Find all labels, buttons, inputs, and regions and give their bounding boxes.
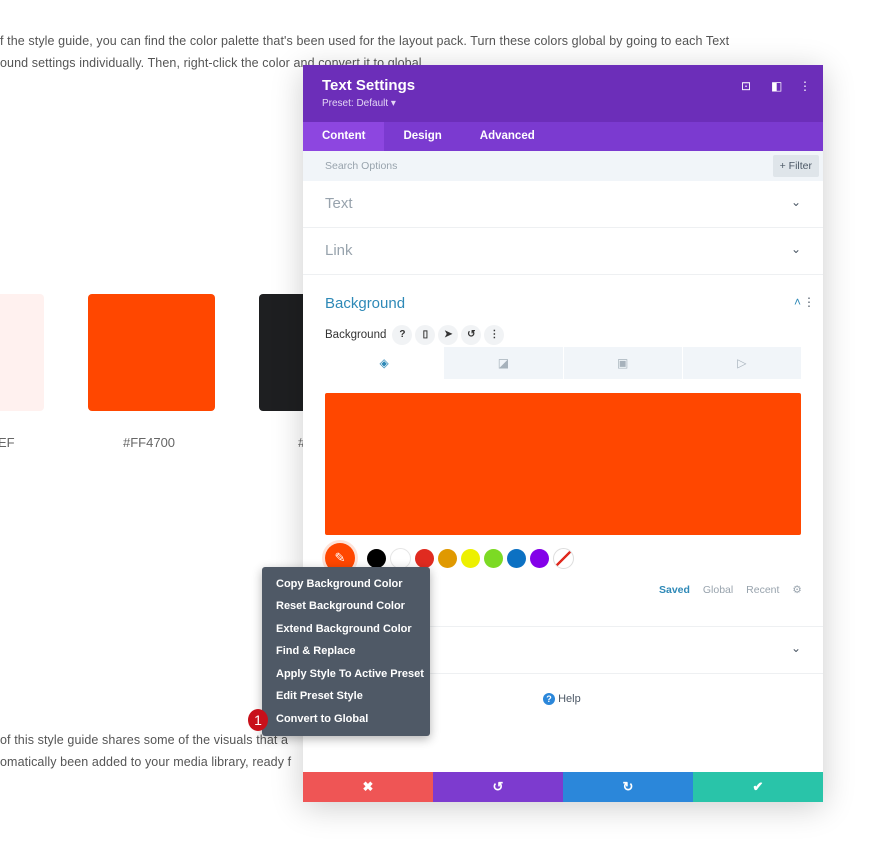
section-link[interactable]: Link ⌄ [303, 228, 823, 275]
chevron-down-icon: ⌄ [790, 641, 801, 655]
gear-icon[interactable]: ⚙ [792, 584, 801, 596]
help-label: Help [558, 693, 581, 705]
section-menu-icon[interactable]: ⋮ [803, 295, 815, 309]
palette-tab-saved[interactable]: Saved [659, 584, 690, 596]
color-preview[interactable] [325, 393, 801, 535]
palette-tab-global[interactable]: Global [703, 584, 733, 596]
preset-dropdown[interactable]: Preset: Default ▾ [322, 98, 396, 109]
palette-swatch[interactable] [507, 549, 526, 568]
body-text: f the style guide, you can find the colo… [0, 34, 730, 48]
modal-title: Text Settings [322, 77, 416, 94]
section-label: Text [325, 195, 353, 212]
color-palette [367, 548, 578, 569]
filter-button[interactable]: + Filter [772, 155, 819, 177]
step-badge: 1 [248, 709, 268, 731]
search-options-input[interactable]: Search Options + Filter [303, 151, 823, 181]
more-options-icon[interactable]: ⋮ [799, 79, 811, 93]
more-icon[interactable]: ⋮ [484, 325, 505, 345]
palette-swatch[interactable] [390, 548, 411, 569]
body-text: omatically been added to your media libr… [0, 755, 292, 769]
menu-item-edit-preset[interactable]: Edit Preset Style [276, 690, 363, 702]
search-placeholder: Search Options [325, 160, 398, 172]
palette-swatch[interactable] [484, 549, 503, 568]
chevron-down-icon: ⌄ [790, 195, 801, 209]
chevron-down-icon: ⌄ [790, 242, 801, 256]
section-text[interactable]: Text ⌄ [303, 181, 823, 228]
save-button[interactable]: ✔ [693, 772, 823, 802]
menu-item-find-replace[interactable]: Find & Replace [276, 645, 355, 657]
palette-tab-recent[interactable]: Recent [746, 584, 779, 596]
swatch-label: #FF4700 [123, 435, 176, 450]
tab-advanced[interactable]: Advanced [461, 122, 554, 151]
context-menu: Copy Background Color Reset Background C… [262, 567, 430, 736]
menu-item-copy[interactable]: Copy Background Color [276, 578, 403, 590]
help-icon: ? [543, 693, 555, 705]
palette-swatch[interactable] [461, 549, 480, 568]
background-label: Background [325, 329, 387, 341]
chevron-up-icon[interactable]: ˄ [794, 295, 801, 309]
bg-image-tab-icon[interactable]: ▣ [562, 347, 682, 379]
palette-swatch[interactable] [530, 549, 549, 568]
color-swatch [88, 294, 215, 411]
help-icon[interactable]: ? [392, 325, 413, 345]
bg-video-tab-icon[interactable]: ▷ [681, 347, 801, 379]
fullscreen-icon[interactable]: ⊡ [741, 79, 751, 93]
palette-swatch[interactable] [415, 549, 434, 568]
bg-color-tab-icon[interactable]: ◈ [325, 347, 444, 379]
modal-tabs: Content Design Advanced [303, 122, 823, 151]
tab-content[interactable]: Content [303, 122, 385, 151]
color-swatch [0, 294, 44, 411]
section-label: Link [325, 242, 353, 259]
swatch-label: EF [0, 435, 15, 450]
help-link[interactable]: ? Help [543, 693, 581, 705]
responsive-icon[interactable]: ▯ [415, 325, 436, 345]
tab-design[interactable]: Design [384, 122, 460, 151]
palette-swatch[interactable] [367, 549, 386, 568]
menu-item-reset[interactable]: Reset Background Color [276, 600, 405, 612]
body-text: of this style guide shares some of the v… [0, 733, 289, 747]
palette-swatch[interactable] [438, 549, 457, 568]
modal-header: Text Settings Preset: Default ▾ ⊡ ◧ ⋮ [303, 65, 823, 122]
hover-cursor-icon[interactable]: ➤ [438, 325, 459, 345]
no-color-swatch[interactable] [553, 548, 574, 569]
bg-gradient-tab-icon[interactable]: ◪ [443, 347, 562, 379]
reset-icon[interactable]: ↺ [461, 325, 482, 345]
menu-item-apply-preset[interactable]: Apply Style To Active Preset [276, 668, 424, 680]
section-label[interactable]: Background [325, 295, 405, 312]
undo-button[interactable]: ↺ [433, 772, 563, 802]
cancel-button[interactable]: ✖ [303, 772, 433, 802]
split-view-icon[interactable]: ◧ [771, 79, 782, 93]
redo-button[interactable]: ↻ [563, 772, 693, 802]
menu-item-extend[interactable]: Extend Background Color [276, 623, 412, 635]
menu-item-convert-global[interactable]: Convert to Global [276, 713, 368, 725]
